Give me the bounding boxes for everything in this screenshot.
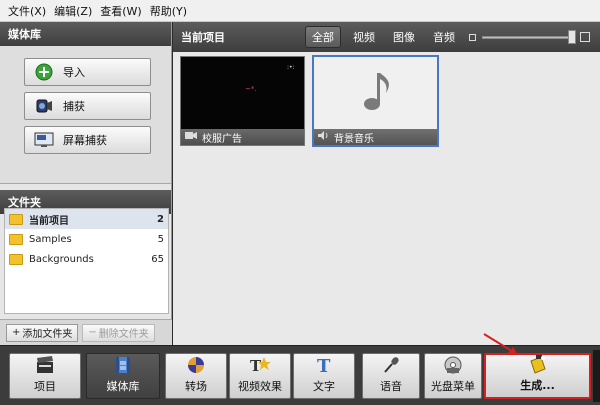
- toolbar-produce-label: 生成...: [520, 379, 555, 392]
- small-size-icon: [469, 33, 476, 41]
- text-t-icon: T: [313, 355, 335, 375]
- slider-track[interactable]: [482, 35, 572, 39]
- project-title: 当前项目: [181, 31, 225, 44]
- toolbar-project-label: 项目: [34, 380, 56, 393]
- toolbar-transition-button[interactable]: 转场: [165, 353, 227, 399]
- toolbar-video-effects-button[interactable]: T 视频效果: [229, 353, 291, 399]
- filter-tab-video[interactable]: 视频: [347, 27, 381, 47]
- plus-icon: +: [12, 327, 21, 338]
- folder-count: 65: [151, 253, 164, 265]
- media-tile-video[interactable]: ~*. :•: 校服广告: [180, 56, 305, 146]
- toolbar-video-effects-label: 视频效果: [238, 380, 282, 393]
- folder-list: 当前项目 2 Samples 5 Backgrounds 65: [4, 208, 169, 314]
- filter-tab-image[interactable]: 图像: [387, 27, 421, 47]
- svg-text:T: T: [317, 356, 331, 375]
- produce-icon: [527, 354, 549, 374]
- screen-capture-icon: [34, 130, 54, 150]
- screen-capture-button[interactable]: 屏幕捕获: [24, 126, 151, 154]
- filter-tab-all[interactable]: 全部: [305, 26, 341, 48]
- toolbar-disc-menu-label: 光盘菜单: [431, 380, 475, 393]
- toolbar-media-library-label: 媒体库: [106, 380, 140, 393]
- toolbar-text-button[interactable]: T 文字: [293, 353, 355, 399]
- screen-capture-label: 屏幕捕获: [63, 134, 107, 147]
- left-panel: 媒体库 导入 捕获 屏幕捕获 文件夹 当前项目 2 Samples 5 Back…: [0, 22, 172, 345]
- toolbar-narration-label: 语音: [380, 380, 402, 393]
- tile-name: 背景音乐: [334, 133, 374, 145]
- video-thumbnail: ~*. :•:: [181, 57, 304, 129]
- toolbar-narration-button[interactable]: 语音: [362, 353, 420, 399]
- folder-item-current-project[interactable]: 当前项目 2: [5, 209, 168, 229]
- toolbar-transition-label: 转场: [185, 380, 207, 393]
- toolbar-disc-menu-button[interactable]: 光盘菜单: [424, 353, 482, 399]
- media-buttons-area: 导入 捕获 屏幕捕获: [0, 46, 171, 184]
- filter-tab-audio[interactable]: 音频: [427, 27, 461, 47]
- transition-icon: [185, 355, 207, 375]
- delete-folder-button[interactable]: − 删除文件夹: [82, 323, 155, 342]
- menu-bar: 文件(X) 编辑(Z) 查看(W) 帮助(Y): [0, 0, 600, 22]
- folder-actions: + 添加文件夹 − 删除文件夹: [0, 319, 172, 345]
- folder-icon: [9, 213, 23, 225]
- svg-text::•:: :•:: [287, 64, 295, 71]
- video-effects-icon: T: [249, 355, 271, 375]
- audio-thumbnail: [314, 57, 437, 129]
- tile-name: 校服广告: [202, 133, 242, 145]
- delete-folder-label: 删除文件夹: [98, 329, 149, 340]
- folder-name: Backgrounds: [29, 253, 94, 265]
- folder-item-samples[interactable]: Samples 5: [5, 229, 168, 249]
- capture-button[interactable]: 捕获: [24, 92, 151, 120]
- tile-caption: 背景音乐: [314, 129, 437, 145]
- project-header: 当前项目 全部 视频 图像 音频: [173, 22, 600, 52]
- toolbar-scroll-edge: [593, 350, 600, 402]
- folder-icon: [9, 233, 23, 245]
- folder-icon: [9, 253, 23, 265]
- toolbar-text-label: 文字: [313, 380, 335, 393]
- thumbnail-size-slider[interactable]: [469, 30, 590, 44]
- toolbar-media-library-button[interactable]: 媒体库: [86, 353, 160, 399]
- camcorder-icon: [34, 96, 54, 116]
- minus-icon: −: [88, 327, 97, 338]
- clapperboard-icon: [34, 355, 56, 375]
- media-tile-audio[interactable]: 背景音乐: [312, 55, 439, 147]
- folder-count: 5: [157, 233, 164, 245]
- slider-thumb[interactable]: [568, 30, 576, 44]
- import-label: 导入: [63, 66, 85, 79]
- film-strip-icon: [112, 355, 134, 375]
- plus-circle-icon: [34, 62, 54, 82]
- speaker-icon: [318, 131, 329, 143]
- tile-caption: 校服广告: [181, 129, 304, 145]
- menu-help[interactable]: 帮助(Y): [146, 3, 191, 19]
- folder-item-backgrounds[interactable]: Backgrounds 65: [5, 249, 168, 269]
- toolbar-project-button[interactable]: 项目: [9, 353, 81, 399]
- capture-label: 捕获: [63, 100, 85, 113]
- svg-text:~*.: ~*.: [245, 85, 257, 93]
- disc-menu-icon: [442, 355, 464, 375]
- folder-name: 当前项目: [29, 215, 69, 227]
- folder-count: 2: [157, 213, 164, 225]
- toolbar-produce-button[interactable]: 生成...: [484, 353, 591, 399]
- menu-edit[interactable]: 编辑(Z): [50, 3, 96, 19]
- folder-name: Samples: [29, 233, 72, 245]
- project-panel: 当前项目 全部 视频 图像 音频 ~*. :•: 校服广告 背景音乐: [173, 22, 600, 345]
- svg-text:T: T: [250, 357, 262, 375]
- import-button[interactable]: 导入: [24, 58, 151, 86]
- large-size-icon: [580, 32, 590, 42]
- video-camera-icon: [185, 131, 197, 143]
- menu-view[interactable]: 查看(W): [96, 3, 145, 19]
- annotation-arrow-icon: [483, 333, 518, 355]
- add-folder-label: 添加文件夹: [22, 329, 73, 340]
- media-library-header: 媒体库: [0, 22, 171, 46]
- microphone-icon: [380, 355, 402, 375]
- menu-file[interactable]: 文件(X): [4, 3, 50, 19]
- add-folder-button[interactable]: + 添加文件夹: [6, 323, 79, 342]
